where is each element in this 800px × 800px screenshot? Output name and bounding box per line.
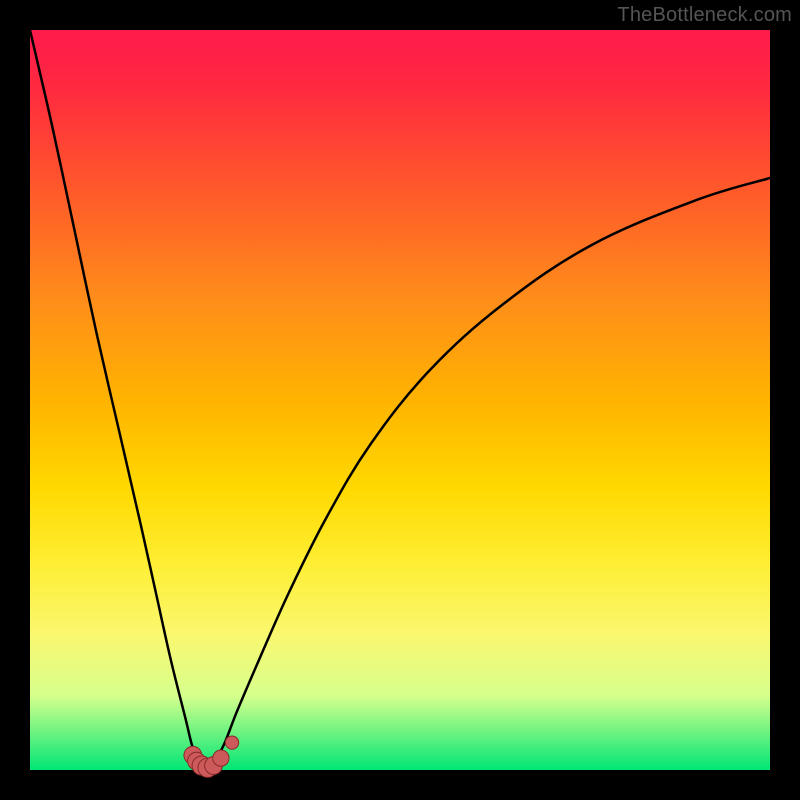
marker-5 bbox=[213, 750, 229, 766]
chart-curves bbox=[30, 30, 770, 770]
series-left-curve bbox=[30, 30, 208, 770]
chart-frame: TheBottleneck.com bbox=[0, 0, 800, 800]
series-right-curve bbox=[208, 178, 770, 770]
chart-plot-area bbox=[30, 30, 770, 770]
watermark-text: TheBottleneck.com bbox=[617, 4, 792, 27]
chart-svg bbox=[30, 30, 770, 770]
marker-6 bbox=[225, 736, 238, 749]
